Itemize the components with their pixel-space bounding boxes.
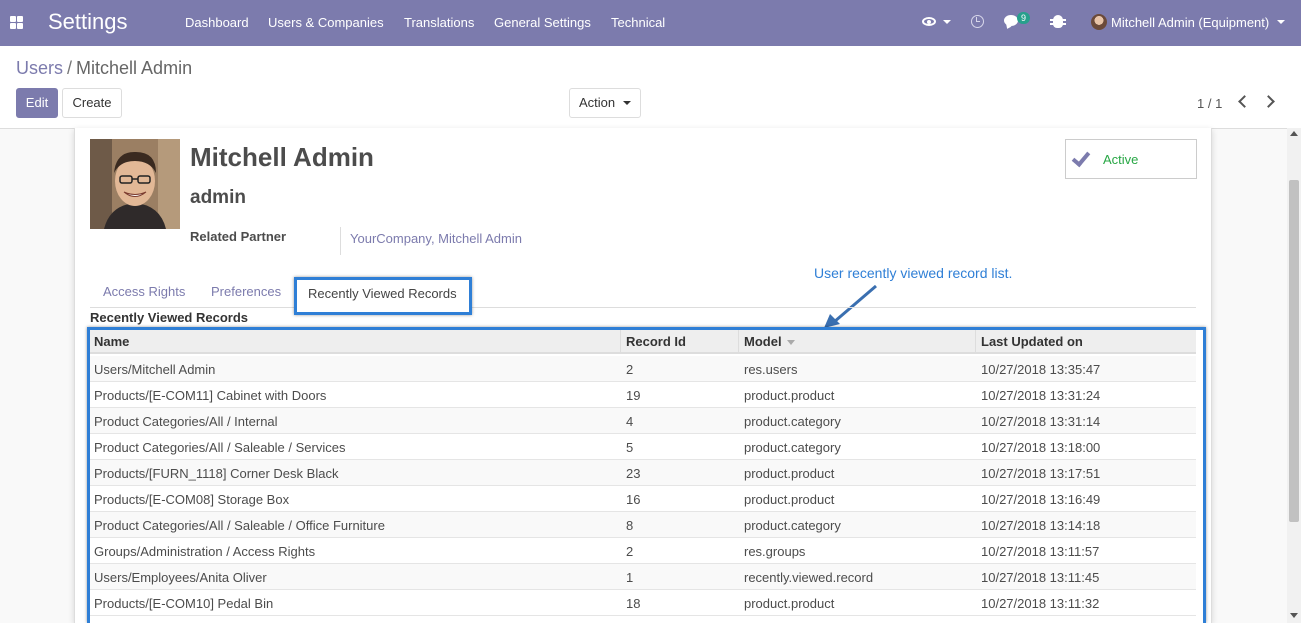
tab-recently-viewed-records[interactable]: Recently Viewed Records	[294, 277, 472, 315]
breadcrumb-current: Mitchell Admin	[76, 58, 193, 78]
app-title: Settings	[48, 9, 128, 34]
debug-caret-icon[interactable]	[943, 20, 951, 24]
tab-preferences[interactable]: Preferences	[211, 284, 281, 299]
annotation-text: User recently viewed record list.	[814, 265, 1013, 281]
pager-value[interactable]: 1 / 1	[1197, 96, 1222, 111]
menu-dashboard[interactable]: Dashboard	[185, 15, 249, 30]
user-photo[interactable]	[90, 139, 180, 229]
tab-access-rights[interactable]: Access Rights	[103, 284, 185, 299]
action-caret-icon	[623, 101, 631, 105]
user-menu-caret-icon[interactable]	[1277, 20, 1285, 24]
chat-icon[interactable]	[1004, 15, 1018, 26]
related-partner-link[interactable]: YourCompany, Mitchell Admin	[340, 227, 522, 255]
tab-recently-viewed-records-label: Recently Viewed Records	[308, 286, 457, 301]
user-photo-image	[90, 139, 180, 229]
apps-menu-icon[interactable]	[10, 16, 23, 29]
breadcrumb-users-link[interactable]: Users	[16, 58, 63, 78]
table-highlight-box	[87, 327, 1206, 623]
annotation-arrow-icon	[824, 284, 877, 328]
active-toggle-button[interactable]: Active	[1065, 139, 1197, 179]
menu-technical[interactable]: Technical	[611, 15, 665, 30]
chat-count-badge: 9	[1017, 12, 1031, 24]
user-menu[interactable]: Mitchell Admin (Equipment)	[1111, 15, 1269, 30]
pager-previous-icon[interactable]	[1238, 95, 1251, 108]
tabs-divider	[90, 307, 1196, 308]
menu-general-settings[interactable]: General Settings	[494, 15, 591, 30]
menu-translations[interactable]: Translations	[404, 15, 474, 30]
user-avatar[interactable]	[1091, 14, 1107, 30]
breadcrumb: Users / Mitchell Admin	[16, 58, 192, 79]
menu-users-companies[interactable]: Users & Companies	[268, 15, 384, 30]
action-dropdown[interactable]: Action	[569, 88, 641, 118]
pager-next-icon[interactable]	[1262, 95, 1275, 108]
user-login-field: admin	[190, 187, 246, 208]
section-title: Recently Viewed Records	[90, 310, 248, 325]
scrollbar-thumb[interactable]	[1289, 180, 1299, 522]
check-icon	[1071, 147, 1091, 168]
user-name-field: Mitchell Admin	[190, 142, 374, 172]
scroll-down-icon[interactable]	[1290, 613, 1298, 618]
action-label: Action	[579, 95, 616, 110]
breadcrumb-separator: /	[67, 58, 73, 78]
clock-icon[interactable]	[971, 15, 984, 28]
related-partner-label: Related Partner	[190, 229, 287, 244]
bug-icon[interactable]	[1050, 15, 1066, 28]
scroll-up-icon[interactable]	[1290, 131, 1298, 136]
eye-icon[interactable]	[922, 17, 936, 26]
edit-button[interactable]: Edit	[16, 88, 58, 118]
create-button[interactable]: Create	[62, 88, 122, 118]
top-navbar: Settings Dashboard Users & Companies Tra…	[0, 0, 1301, 46]
active-label: Active	[1103, 152, 1139, 167]
